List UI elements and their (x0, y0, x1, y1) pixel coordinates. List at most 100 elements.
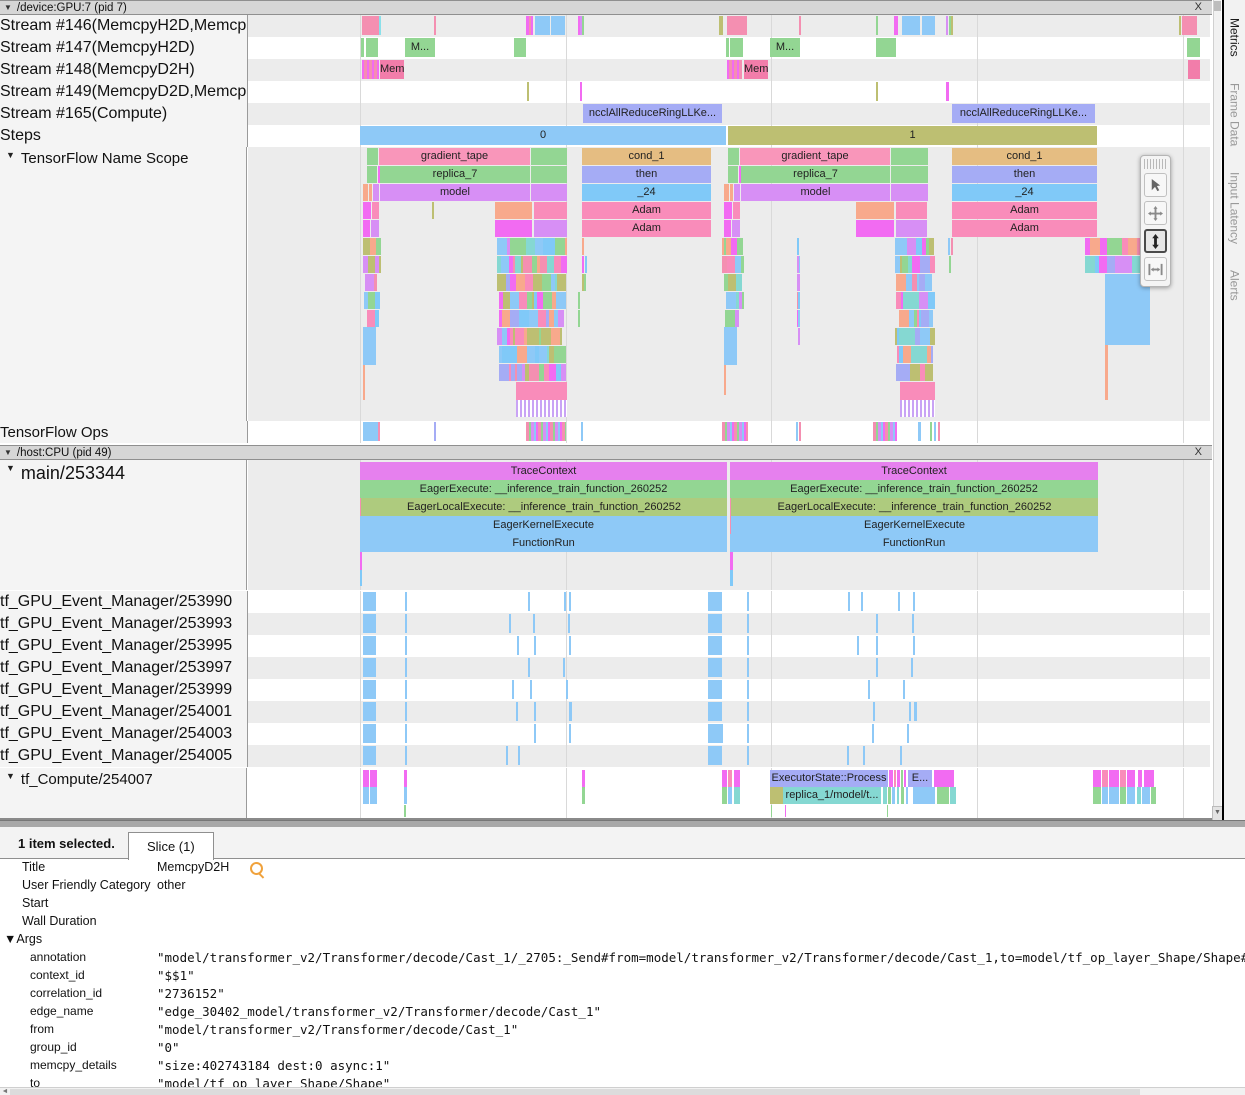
trace-slice[interactable] (797, 238, 799, 255)
trace-slice[interactable]: M... (405, 38, 435, 57)
trace-slice[interactable]: TraceContext (730, 462, 1098, 480)
trace-slice[interactable] (528, 592, 530, 611)
trace-slice[interactable] (897, 770, 900, 787)
trace-slice[interactable] (728, 166, 738, 183)
trace-slice[interactable] (1105, 345, 1108, 400)
row-track-tf-compute[interactable]: ExecutorState::Process E...replica_1/mode… (248, 768, 1210, 820)
trace-slice[interactable] (506, 746, 508, 765)
trace-slice[interactable]: replica_1/model/t... (783, 787, 881, 804)
trace-slice[interactable] (556, 292, 566, 309)
trace-slice[interactable] (892, 787, 895, 804)
trace-slice[interactable] (951, 16, 953, 35)
trace-slice[interactable] (911, 658, 913, 677)
trace-slice[interactable]: _24 (952, 184, 1097, 201)
trace-slice[interactable] (523, 256, 532, 273)
trace-slice[interactable] (368, 256, 375, 273)
trace-slice[interactable] (510, 292, 519, 309)
trace-slice[interactable] (1090, 238, 1100, 255)
pan-tool-button[interactable] (1144, 201, 1167, 225)
trace-slice[interactable] (405, 702, 407, 721)
trace-slice[interactable] (376, 238, 381, 255)
trace-slice[interactable] (363, 658, 376, 677)
trace-slice[interactable]: ExecutorState::Process (770, 770, 888, 787)
trace-slice[interactable] (538, 310, 546, 327)
trace-slice[interactable] (737, 238, 743, 255)
trace-slice[interactable] (708, 724, 723, 743)
trace-slice[interactable] (558, 310, 564, 327)
trace-slice[interactable] (528, 658, 530, 677)
row-track-evt-254005[interactable] (248, 745, 1210, 767)
trace-slice[interactable] (497, 238, 507, 255)
trace-slice[interactable]: gradient_tape (379, 148, 530, 165)
trace-slice[interactable] (724, 220, 731, 237)
trace-slice[interactable] (375, 292, 380, 309)
trace-slice[interactable] (897, 787, 899, 804)
trace-slice[interactable] (551, 16, 565, 35)
trace-slice[interactable] (747, 746, 749, 765)
select-tool-button[interactable] (1144, 173, 1167, 197)
collapse-triangle-icon[interactable]: ▼ (6, 150, 15, 160)
trace-slice[interactable] (533, 274, 542, 291)
trace-slice[interactable] (582, 16, 584, 35)
trace-slice[interactable] (901, 770, 903, 787)
close-icon[interactable]: X (1195, 1, 1202, 13)
timing-tool-button[interactable] (1144, 257, 1167, 281)
trace-slice[interactable] (925, 274, 932, 291)
trace-slice[interactable] (517, 636, 519, 655)
trace-slice[interactable] (1144, 770, 1154, 787)
trace-slice[interactable] (1137, 787, 1141, 804)
trace-slice[interactable] (726, 292, 736, 309)
row-track-evt-254001[interactable] (248, 701, 1210, 723)
trace-slice[interactable] (724, 184, 729, 201)
trace-slice[interactable] (876, 38, 896, 57)
trace-slice[interactable] (934, 422, 936, 441)
trace-slice[interactable] (404, 805, 406, 817)
trace-slice[interactable] (370, 770, 377, 787)
trace-slice[interactable] (367, 310, 375, 327)
trace-slice[interactable] (526, 422, 566, 441)
trace-slice[interactable] (909, 702, 911, 721)
trace-slice[interactable] (948, 238, 950, 255)
trace-slice[interactable]: E... (908, 770, 932, 787)
trace-slice[interactable]: then (582, 166, 711, 183)
trace-slice[interactable] (747, 658, 749, 677)
trace-slice[interactable] (363, 680, 376, 699)
trace-slice[interactable] (510, 310, 519, 327)
toolbar-grip[interactable] (1144, 159, 1167, 169)
trace-slice[interactable] (529, 364, 539, 381)
trace-slice[interactable] (405, 724, 407, 743)
close-icon[interactable]: X (1195, 446, 1202, 458)
trace-slice[interactable] (912, 256, 920, 273)
trace-slice[interactable] (495, 220, 532, 237)
trace-slice[interactable] (580, 82, 582, 101)
trace-slice[interactable] (529, 310, 538, 327)
trace-slice[interactable] (497, 274, 506, 291)
trace-slice[interactable] (736, 274, 742, 291)
trace-slice[interactable] (405, 746, 407, 765)
trace-slice[interactable] (903, 346, 911, 363)
trace-slice[interactable] (1085, 256, 1095, 273)
trace-slice[interactable] (547, 256, 554, 273)
trace-slice[interactable] (517, 346, 527, 363)
trace-slice[interactable] (405, 636, 407, 655)
trace-slice[interactable] (1120, 770, 1126, 787)
trace-slice[interactable] (561, 364, 566, 381)
trace-slice[interactable] (920, 256, 930, 273)
trace-slice[interactable] (722, 770, 727, 787)
trace-slice[interactable] (363, 746, 376, 765)
trace-slice[interactable] (912, 614, 914, 633)
trace-slice[interactable] (901, 787, 904, 804)
trace-slice[interactable] (560, 346, 566, 363)
trace-slice[interactable]: EagerExecute: __inference_train_function… (360, 480, 727, 498)
trace-slice[interactable] (856, 220, 894, 237)
trace-slice[interactable] (910, 364, 920, 381)
trace-slice[interactable] (907, 328, 915, 345)
trace-slice[interactable] (565, 238, 567, 255)
trace-slice[interactable]: EagerExecute: __inference_train_function… (730, 480, 1098, 498)
trace-slice[interactable] (530, 328, 539, 345)
row-track-stream-148[interactable]: MemMem (248, 59, 1210, 81)
trace-slice[interactable] (363, 614, 376, 633)
trace-slice[interactable] (796, 422, 798, 441)
trace-slice[interactable] (369, 184, 372, 201)
trace-slice[interactable] (509, 614, 511, 633)
